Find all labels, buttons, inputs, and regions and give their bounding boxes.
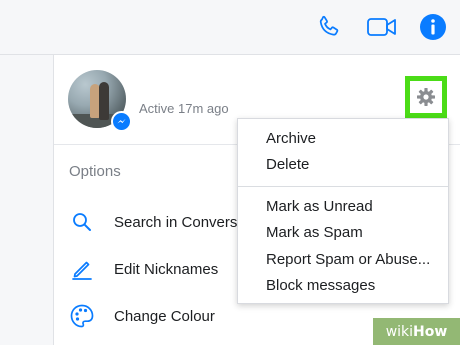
pencil-icon — [68, 255, 96, 283]
settings-gear-highlight[interactable] — [405, 76, 447, 118]
menu-item-mark-as-spam[interactable]: Mark as Spam — [266, 224, 363, 241]
info-icon[interactable] — [418, 12, 448, 42]
conversation-header — [0, 0, 460, 55]
options-heading: Options — [69, 163, 121, 180]
settings-dropdown-menu: Archive Delete Mark as Unread Mark as Sp… — [237, 118, 449, 304]
watermark-wiki: wiki — [385, 323, 414, 340]
conversation-list-panel — [0, 55, 54, 345]
wikihow-watermark: wiki How — [373, 318, 460, 345]
menu-item-block-messages[interactable]: Block messages — [266, 277, 375, 294]
option-label: Edit Nicknames — [114, 260, 219, 278]
settings-gear-button[interactable] — [410, 81, 442, 113]
menu-item-report-spam-or-abuse[interactable]: Report Spam or Abuse... — [266, 251, 430, 268]
messenger-badge-icon — [111, 111, 132, 132]
menu-item-delete[interactable]: Delete — [266, 156, 309, 173]
search-icon — [68, 208, 96, 236]
change-colour-option[interactable]: Change Colour — [68, 302, 215, 330]
menu-item-archive[interactable]: Archive — [266, 130, 316, 147]
menu-item-mark-as-unread[interactable]: Mark as Unread — [266, 198, 373, 215]
video-camera-icon[interactable] — [365, 12, 399, 42]
phone-icon[interactable] — [314, 12, 344, 42]
active-status: Active 17m ago — [139, 101, 229, 116]
gear-icon — [417, 88, 435, 106]
avatar-photo-person — [99, 82, 109, 120]
palette-icon — [68, 302, 96, 330]
watermark-how: How — [413, 323, 448, 340]
edit-nicknames-option[interactable]: Edit Nicknames — [68, 255, 218, 283]
menu-divider — [238, 186, 448, 187]
option-label: Change Colour — [114, 307, 215, 325]
